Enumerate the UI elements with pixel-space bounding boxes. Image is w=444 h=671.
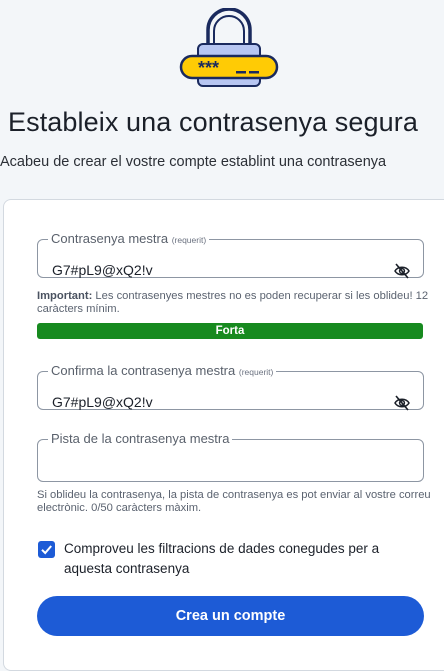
- master-password-field[interactable]: Contrasenya mestra (requerit) G7#pL9@xQ2…: [37, 231, 424, 280]
- checkmark-icon: [41, 545, 52, 555]
- svg-text:***: ***: [198, 58, 219, 78]
- password-hint-help: Si oblideu la contrasenya, la pista de c…: [37, 489, 431, 514]
- password-hint-field[interactable]: Pista de la contrasenya mestra: [37, 432, 424, 482]
- page-title: Estableix una contrasenya segura: [8, 107, 418, 137]
- breach-check-checkbox[interactable]: [38, 541, 55, 558]
- password-hint-label: Pista de la contrasenya mestra: [51, 431, 230, 446]
- master-password-value[interactable]: G7#pL9@xQ2!v: [52, 262, 153, 278]
- confirm-password-value[interactable]: G7#pL9@xQ2!v: [52, 394, 153, 410]
- create-account-button[interactable]: Crea un compte: [37, 596, 424, 636]
- page-subtitle: Acabeu de crear el vostre compte establi…: [0, 154, 387, 170]
- breach-check-label[interactable]: Comproveu les filtracions de dades coneg…: [64, 539, 424, 579]
- master-password-label: Contrasenya mestra (requerit): [51, 231, 207, 246]
- eye-slash-icon[interactable]: [393, 394, 411, 412]
- confirm-password-label: Confirma la contrasenya mestra (requerit…: [51, 363, 274, 378]
- eye-slash-icon[interactable]: [393, 262, 411, 280]
- confirm-password-field[interactable]: Confirma la contrasenya mestra (requerit…: [37, 363, 424, 412]
- lock-password-icon: ***: [179, 8, 279, 87]
- master-password-hint: Important: Les contrasenyes mestres no e…: [37, 290, 429, 315]
- password-strength-bar: Forta: [37, 323, 423, 339]
